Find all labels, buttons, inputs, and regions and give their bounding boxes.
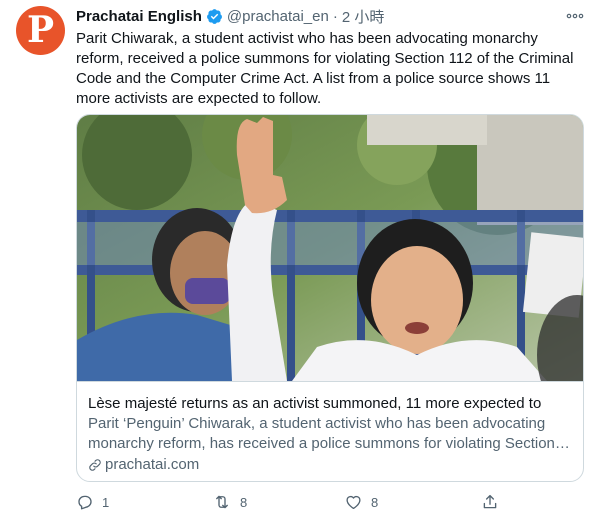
- separator-dot: ·: [332, 7, 338, 25]
- action-bar: 1 8 8: [76, 490, 506, 514]
- card-title: Lèse majesté returns as an activist summ…: [88, 395, 542, 412]
- avatar-letter: P: [26, 9, 55, 51]
- like-count: 8: [371, 494, 379, 510]
- retweet-icon: [216, 495, 228, 509]
- reply-button[interactable]: 1: [76, 490, 109, 514]
- card-meta[interactable]: Lèse majesté returns as an activist summ…: [77, 381, 583, 481]
- card-image[interactable]: [77, 115, 583, 381]
- retweet-button[interactable]: 8: [212, 490, 247, 514]
- more-options-icon[interactable]: [566, 8, 584, 24]
- verified-badge-icon: [206, 8, 223, 25]
- tweet-header: Prachatai English @prachatai_en · 2 小時: [76, 6, 384, 26]
- author-name[interactable]: Prachatai English: [76, 8, 202, 25]
- tweet-timestamp[interactable]: 2 小時: [342, 6, 385, 27]
- tweet-text: Parit Chiwarak, a student activist who h…: [76, 30, 574, 107]
- card-description: Parit ‘Penguin’ Chiwarak, a student acti…: [88, 415, 555, 452]
- link-icon: [89, 459, 101, 471]
- retweet-count: 8: [240, 494, 248, 510]
- link-card[interactable]: Lèse majesté returns as an activist summ…: [76, 114, 584, 482]
- tweet[interactable]: P Prachatai English @prachatai_en · 2 小時…: [0, 0, 599, 522]
- reply-count: 1: [102, 494, 110, 510]
- card-domain: prachatai.com: [88, 455, 572, 475]
- card-domain-text: prachatai.com: [105, 456, 200, 473]
- share-icon: [483, 494, 497, 509]
- avatar[interactable]: P: [16, 6, 65, 55]
- like-icon: [346, 495, 361, 510]
- share-button[interactable]: [481, 490, 499, 514]
- like-button[interactable]: 8: [344, 490, 378, 514]
- author-handle[interactable]: @prachatai_en: [227, 8, 329, 25]
- reply-icon: [78, 495, 92, 510]
